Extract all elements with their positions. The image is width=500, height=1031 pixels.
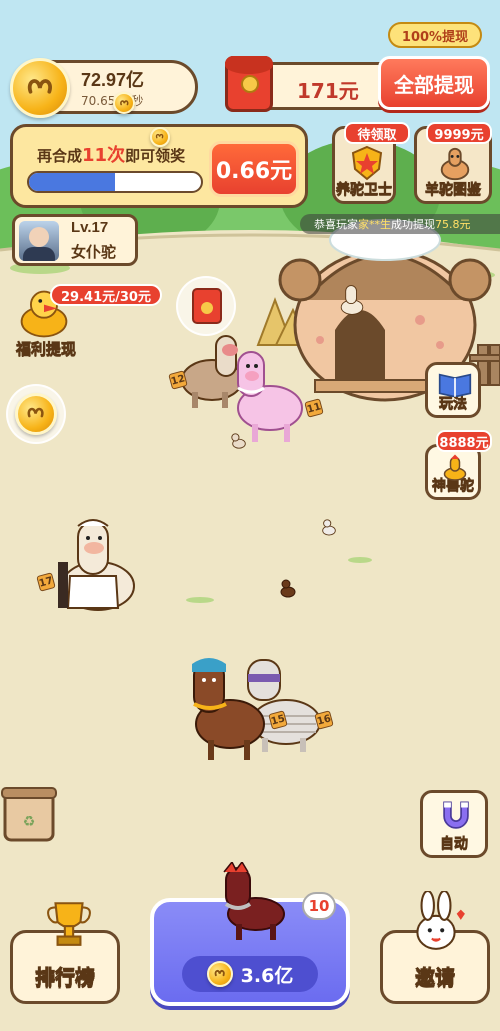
invite-button[interactable]: 邀请 xyxy=(380,891,490,1004)
coin-total: 72.97亿 xyxy=(81,70,145,90)
bubble-coin-icon xyxy=(15,393,57,435)
book-icon xyxy=(438,373,472,397)
alpaca-on-hut xyxy=(340,285,364,315)
invite-label: 邀请 xyxy=(415,965,456,990)
buy-price-pill: 3.6亿 xyxy=(182,956,318,992)
rank-label: 排行榜 xyxy=(35,965,96,990)
withdraw-ticker: 恭喜玩家 家**生 成功提现 75.8元 xyxy=(300,214,500,234)
auto-button[interactable]: 自动 xyxy=(420,790,488,858)
withdraw-all-button[interactable]: 全部提现 xyxy=(378,56,490,110)
beast-button[interactable]: 神兽驼 xyxy=(425,444,481,500)
svg-text:♻: ♻ xyxy=(23,814,36,830)
alpaca-maid[interactable] xyxy=(48,512,138,622)
trophy-icon xyxy=(47,902,91,946)
buy-alpaca-preview xyxy=(223,862,285,940)
red-envelope-icon xyxy=(225,56,273,112)
welfare-label: 福利提现 xyxy=(16,340,77,359)
magnet-icon xyxy=(443,801,469,829)
welfare-progress: 29.41元/30元 xyxy=(50,284,162,306)
buy-coin-icon xyxy=(206,961,233,987)
shield-star-icon xyxy=(351,145,383,181)
merge-count-highlight: 11次 xyxy=(82,145,126,166)
merge-reward-button[interactable]: 0.66元 xyxy=(209,141,299,197)
alpaca-small[interactable] xyxy=(278,576,298,600)
alpaca-brown-bandana[interactable] xyxy=(184,654,274,764)
beast-badge: 8888元 xyxy=(436,430,492,452)
merge-progress-track xyxy=(27,171,203,193)
alpaca-portrait-icon xyxy=(440,147,470,181)
howto-button[interactable]: 玩法 xyxy=(425,362,481,418)
merge-coin-icon xyxy=(150,127,170,147)
coin-icon xyxy=(10,58,70,118)
gallery-badge: 9999元 xyxy=(426,122,492,144)
guard-badge: 待领取 xyxy=(344,122,410,144)
small-coin-icon xyxy=(113,92,135,114)
merge-progress-fill xyxy=(29,173,115,191)
player-title: 女仆驼 xyxy=(71,243,117,261)
cash-amount: 171元 xyxy=(297,79,359,103)
player-card[interactable]: Lv.17 女仆驼 xyxy=(12,214,138,266)
buy-price: 3.6亿 xyxy=(240,964,294,987)
withdraw-badge: 100%提现 xyxy=(388,22,482,48)
alpaca-pink[interactable] xyxy=(228,346,308,446)
alpaca-small[interactable] xyxy=(230,432,248,450)
rank-button[interactable]: 排行榜 xyxy=(10,902,120,1004)
bubble-envelope-icon xyxy=(192,288,222,324)
alpaca-small[interactable] xyxy=(320,514,338,540)
coin-bubble[interactable] xyxy=(6,384,66,444)
buy-level-bubble: 10 xyxy=(302,892,336,920)
welfare-button[interactable]: 29.41元/30元 福利提现 xyxy=(10,280,162,360)
player-level: Lv.17 xyxy=(71,219,109,236)
auto-label: 自动 xyxy=(440,836,469,853)
player-avatar xyxy=(19,221,59,261)
beast-alpaca-icon xyxy=(443,454,467,481)
bunny-icon xyxy=(416,891,465,950)
